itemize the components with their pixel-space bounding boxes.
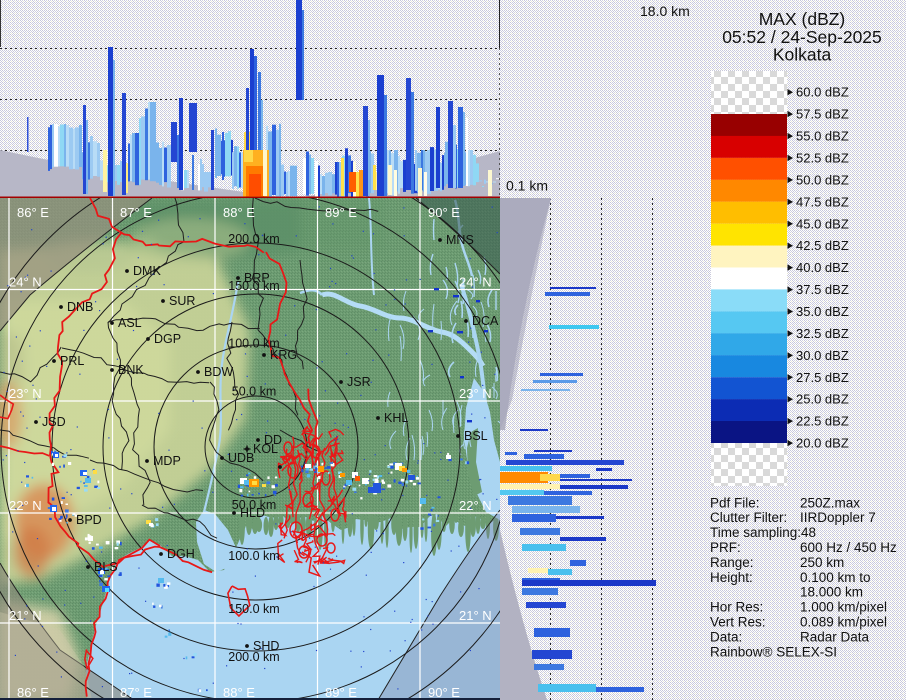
svg-text:45.0 dBZ: 45.0 dBZ — [796, 216, 849, 231]
svg-text:150.0 km: 150.0 km — [228, 279, 279, 293]
svg-text:24° N: 24° N — [459, 275, 492, 290]
svg-text:JSR: JSR — [347, 375, 371, 389]
svg-text:BDW: BDW — [204, 365, 233, 379]
svg-text:BLS: BLS — [94, 560, 118, 574]
svg-text:Range:: Range: — [710, 555, 754, 570]
svg-text:Pdf File:: Pdf File: — [710, 496, 760, 511]
svg-text:Clutter Filter:: Clutter Filter: — [710, 510, 787, 525]
svg-text:150.0 km: 150.0 km — [228, 602, 279, 616]
svg-text:DMK: DMK — [133, 264, 161, 278]
svg-text:30.0 dBZ: 30.0 dBZ — [796, 348, 849, 363]
svg-text:DNB: DNB — [67, 300, 93, 314]
svg-text:ASL: ASL — [118, 316, 142, 330]
svg-text:86° E: 86° E — [17, 205, 49, 220]
svg-text:60.0 dBZ: 60.0 dBZ — [796, 85, 849, 100]
svg-text:MNS: MNS — [446, 233, 474, 247]
svg-text:50.0 km: 50.0 km — [232, 385, 276, 399]
svg-text:50.0 dBZ: 50.0 dBZ — [796, 172, 849, 187]
svg-text:40.0 dBZ: 40.0 dBZ — [796, 260, 849, 275]
svg-text:JSD: JSD — [42, 415, 66, 429]
svg-text:21° N: 21° N — [9, 608, 42, 623]
svg-text:SUR: SUR — [169, 294, 195, 308]
svg-text:250Z.max: 250Z.max — [800, 496, 860, 511]
svg-text:100.0 km: 100.0 km — [228, 337, 279, 351]
svg-text:PRF:: PRF: — [710, 540, 741, 555]
svg-text:27.5 dBZ: 27.5 dBZ — [796, 370, 849, 385]
svg-text:24° N: 24° N — [9, 275, 42, 290]
svg-text:100.0 km: 100.0 km — [228, 549, 279, 563]
svg-text:IIRDoppler 7: IIRDoppler 7 — [800, 510, 876, 525]
svg-text:KHL: KHL — [384, 411, 408, 425]
svg-text:22.5 dBZ: 22.5 dBZ — [796, 414, 849, 429]
svg-text:Vert Res:: Vert Res: — [710, 615, 766, 630]
svg-text:90° E: 90° E — [428, 685, 460, 700]
svg-text:57.5 dBZ: 57.5 dBZ — [796, 107, 849, 122]
svg-text:200.0 km: 200.0 km — [228, 650, 279, 664]
svg-text:89° E: 89° E — [325, 205, 357, 220]
svg-text:DCA: DCA — [472, 314, 499, 328]
svg-text:MAX (dBZ): MAX (dBZ) — [759, 9, 846, 29]
svg-text:PRL: PRL — [60, 354, 84, 368]
svg-text:55.0 dBZ: 55.0 dBZ — [796, 129, 849, 144]
svg-text:DGH: DGH — [167, 547, 195, 561]
svg-text:Time sampling:48: Time sampling:48 — [710, 525, 816, 540]
svg-text:90° E: 90° E — [428, 205, 460, 220]
svg-text:22° N: 22° N — [9, 498, 42, 513]
svg-text:KOL: KOL — [253, 442, 278, 456]
svg-text:DGP: DGP — [154, 332, 181, 346]
svg-text:86° E: 86° E — [17, 685, 49, 700]
svg-text:88° E: 88° E — [223, 685, 255, 700]
svg-text:BPD: BPD — [76, 513, 102, 527]
svg-text:Rainbow® SELEX-SI: Rainbow® SELEX-SI — [710, 645, 837, 660]
svg-text:23° N: 23° N — [459, 386, 492, 401]
svg-text:18.0 km: 18.0 km — [640, 3, 690, 19]
svg-text:BSL: BSL — [464, 429, 488, 443]
svg-text:BNK: BNK — [118, 363, 144, 377]
svg-text:Hor Res:: Hor Res: — [710, 600, 763, 615]
svg-text:600 Hz / 450 Hz: 600 Hz / 450 Hz — [800, 540, 897, 555]
svg-text:35.0 dBZ: 35.0 dBZ — [796, 304, 849, 319]
svg-text:89° E: 89° E — [325, 685, 357, 700]
svg-text:50.0 km: 50.0 km — [232, 498, 276, 512]
svg-text:Kolkata: Kolkata — [773, 45, 832, 65]
svg-text:42.5 dBZ: 42.5 dBZ — [796, 238, 849, 253]
svg-text:25.0 dBZ: 25.0 dBZ — [796, 392, 849, 407]
svg-text:22° N: 22° N — [459, 498, 492, 513]
svg-text:200.0 km: 200.0 km — [228, 232, 279, 246]
svg-text:87° E: 87° E — [120, 205, 152, 220]
svg-text:52.5 dBZ: 52.5 dBZ — [796, 151, 849, 166]
svg-text:250 km: 250 km — [800, 555, 844, 570]
svg-text:20.0 dBZ: 20.0 dBZ — [796, 436, 849, 451]
svg-text:23° N: 23° N — [9, 386, 42, 401]
svg-text:UDB: UDB — [228, 451, 254, 465]
svg-text:Height:: Height: — [710, 570, 753, 585]
svg-text:47.5 dBZ: 47.5 dBZ — [796, 194, 849, 209]
svg-text:0.100 km to: 0.100 km to — [800, 570, 871, 585]
svg-text:21° N: 21° N — [459, 608, 492, 623]
svg-text:0.1 km: 0.1 km — [506, 178, 548, 194]
svg-text:1.000 km/pixel: 1.000 km/pixel — [800, 600, 887, 615]
svg-text:MDP: MDP — [153, 454, 181, 468]
svg-text:37.5 dBZ: 37.5 dBZ — [796, 282, 849, 297]
svg-text:88° E: 88° E — [223, 205, 255, 220]
svg-text:Radar Data: Radar Data — [800, 630, 870, 645]
svg-text:32.5 dBZ: 32.5 dBZ — [796, 326, 849, 341]
svg-text:0.089 km/pixel: 0.089 km/pixel — [800, 615, 887, 630]
svg-text:Data:: Data: — [710, 630, 742, 645]
svg-text:18.000 km: 18.000 km — [800, 585, 863, 600]
svg-text:87° E: 87° E — [120, 685, 152, 700]
